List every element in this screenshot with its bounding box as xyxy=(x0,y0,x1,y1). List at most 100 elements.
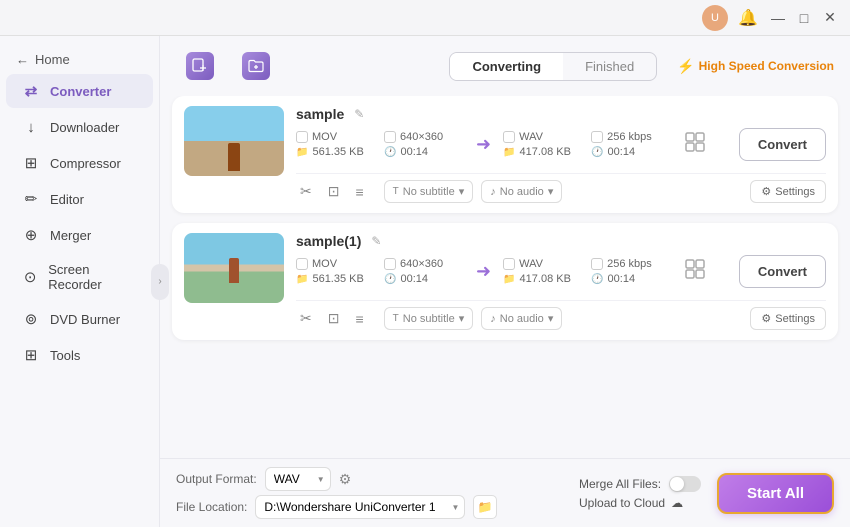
tab-converting[interactable]: Converting xyxy=(450,53,563,80)
upload-section[interactable]: Upload to Cloud ☁ xyxy=(579,496,701,510)
checkbox-bitrate-2[interactable] xyxy=(591,258,603,270)
sidebar-item-downloader[interactable]: ↓ Downloader xyxy=(6,110,153,144)
cloud-icon: ☁ xyxy=(671,496,683,510)
subtitle-text-icon-2: T xyxy=(393,313,399,324)
duration-from-2: 00:14 xyxy=(400,273,428,285)
folder-icon-2a: 📁 xyxy=(296,274,308,285)
checkbox-format-1[interactable] xyxy=(296,131,308,143)
upload-label: Upload to Cloud xyxy=(579,496,665,510)
format-from-2: MOV xyxy=(312,258,337,270)
start-all-button[interactable]: Start All xyxy=(717,473,834,514)
sidebar-label-merger: Merger xyxy=(50,228,91,243)
main-content: Converting Finished ⚡ High Speed Convers… xyxy=(160,36,850,527)
minimize-button[interactable]: — xyxy=(768,8,788,28)
time-icon-1a: 🕐 xyxy=(384,147,396,158)
audio-select-1[interactable]: ♪ No audio ▾ xyxy=(481,180,562,203)
gear-icon-1: ⚙ xyxy=(761,185,771,198)
add-folder-button[interactable] xyxy=(232,46,280,86)
close-button[interactable]: ✕ xyxy=(820,8,840,28)
file-name-2: sample(1) xyxy=(296,233,361,249)
scissors-icon-2[interactable]: ✂ xyxy=(296,308,316,329)
sidebar-label-tools: Tools xyxy=(50,348,80,363)
file-meta-from-2: MOV 📁 561.35 KB xyxy=(296,258,376,285)
checkbox-bitrate-1[interactable] xyxy=(591,131,603,143)
gear-icon-2: ⚙ xyxy=(761,312,771,325)
sidebar-collapse-button[interactable]: › xyxy=(151,264,169,300)
settings-icon-area-2 xyxy=(683,257,707,286)
speed-label: High Speed Conversion xyxy=(699,59,834,73)
sidebar-label-converter: Converter xyxy=(50,84,111,99)
subtitle-chevron-2: ▾ xyxy=(459,312,465,325)
format-settings-icon[interactable]: ⚙ xyxy=(339,471,352,488)
notification-icon[interactable]: 🔔 xyxy=(734,4,762,32)
edit-icon-1[interactable]: ✎ xyxy=(354,107,364,121)
resolution-2: 640×360 xyxy=(400,258,443,270)
subtitle-label-2: No subtitle xyxy=(403,313,455,325)
add-files-button[interactable] xyxy=(176,46,224,86)
convert-button-1[interactable]: Convert xyxy=(739,128,826,161)
convert-button-2[interactable]: Convert xyxy=(739,255,826,288)
file-meta-res-2: 640×360 🕐 00:14 xyxy=(384,258,464,285)
sidebar-label-editor: Editor xyxy=(50,192,84,207)
tab-group: Converting Finished xyxy=(449,52,657,81)
time-icon-2a: 🕐 xyxy=(384,274,396,285)
file-meta-bitrate-1: 256 kbps 🕐 00:14 xyxy=(591,131,671,158)
settings-button-1[interactable]: ⚙ Settings xyxy=(750,180,826,203)
subtitle-select-1[interactable]: T No subtitle ▾ xyxy=(384,180,474,203)
list-icon-2[interactable]: ≡ xyxy=(351,309,367,329)
sidebar-back-button[interactable]: ← Home xyxy=(0,46,159,73)
settings-button-2[interactable]: ⚙ Settings xyxy=(750,307,826,330)
browse-folder-button[interactable]: 📁 xyxy=(473,495,497,519)
merge-label: Merge All Files: xyxy=(579,477,661,491)
file-meta-to-2: WAV 📁 417.08 KB xyxy=(503,258,583,285)
file-thumbnail-1 xyxy=(184,106,284,176)
subtitle-select-2[interactable]: T No subtitle ▾ xyxy=(384,307,474,330)
edit-icon-2[interactable]: ✎ xyxy=(371,234,381,248)
sidebar-label-dvd-burner: DVD Burner xyxy=(50,312,120,327)
list-icon-1[interactable]: ≡ xyxy=(351,182,367,202)
converter-icon: ⇄ xyxy=(22,82,40,100)
sidebar-item-converter[interactable]: ⇄ Converter xyxy=(6,74,153,108)
file-location-field: File Location: D:\Wondershare UniConvert… xyxy=(176,495,563,519)
checkbox-wav-2[interactable] xyxy=(503,258,515,270)
sidebar-item-editor[interactable]: ✏ Editor xyxy=(6,182,153,216)
user-avatar[interactable]: U xyxy=(702,5,728,31)
sidebar-item-screen-recorder[interactable]: ⊙ Screen Recorder xyxy=(6,254,153,300)
output-format-select[interactable]: WAV MP3 MP4 MOV AVI xyxy=(265,467,331,491)
maximize-button[interactable]: □ xyxy=(794,8,814,28)
sidebar-label-screen-recorder: Screen Recorder xyxy=(48,262,137,292)
merge-toggle[interactable] xyxy=(669,476,701,492)
merge-section: Merge All Files: xyxy=(579,476,701,492)
dvd-burner-icon: ⊚ xyxy=(22,310,40,328)
checkbox-format-2[interactable] xyxy=(296,258,308,270)
size-to-1: 417.08 KB xyxy=(520,146,571,158)
audio-chevron-2: ▾ xyxy=(548,312,554,325)
bitrate-2: 256 kbps xyxy=(607,258,652,270)
downloader-icon: ↓ xyxy=(22,118,40,136)
file-card-2: sample(1) ✎ MOV 📁 56 xyxy=(172,223,838,340)
tab-finished[interactable]: Finished xyxy=(563,53,656,80)
checkbox-res-1[interactable] xyxy=(384,131,396,143)
file-controls-1: ✂ ⊡ ≡ T No subtitle ▾ ♪ No audio xyxy=(296,173,826,203)
compressor-icon: ⊞ xyxy=(22,154,40,172)
scissors-icon-1[interactable]: ✂ xyxy=(296,181,316,202)
output-format-field: Output Format: WAV MP3 MP4 MOV AVI ⚙ xyxy=(176,467,563,491)
location-select[interactable]: D:\Wondershare UniConverter 1 xyxy=(255,495,465,519)
sidebar-item-dvd-burner[interactable]: ⊚ DVD Burner xyxy=(6,302,153,336)
settings-label-1: Settings xyxy=(775,186,815,198)
checkbox-res-2[interactable] xyxy=(384,258,396,270)
file-card: sample ✎ MOV 📁 561.3 xyxy=(172,96,838,213)
bolt-icon: ⚡ xyxy=(677,58,694,75)
duration-from-1: 00:14 xyxy=(400,146,428,158)
checkbox-wav-1[interactable] xyxy=(503,131,515,143)
sidebar: ← Home ⇄ Converter ↓ Downloader ⊞ Compre… xyxy=(0,36,160,527)
audio-label-1: No audio xyxy=(500,186,544,198)
sidebar-item-merger[interactable]: ⊕ Merger xyxy=(6,218,153,252)
speed-badge: ⚡ High Speed Conversion xyxy=(677,58,834,75)
crop-icon-1[interactable]: ⊡ xyxy=(324,181,344,202)
sidebar-item-tools[interactable]: ⊞ Tools xyxy=(6,338,153,372)
crop-icon-2[interactable]: ⊡ xyxy=(324,308,344,329)
audio-select-2[interactable]: ♪ No audio ▾ xyxy=(481,307,562,330)
sidebar-item-compressor[interactable]: ⊞ Compressor xyxy=(6,146,153,180)
subtitle-text-icon-1: T xyxy=(393,186,399,197)
